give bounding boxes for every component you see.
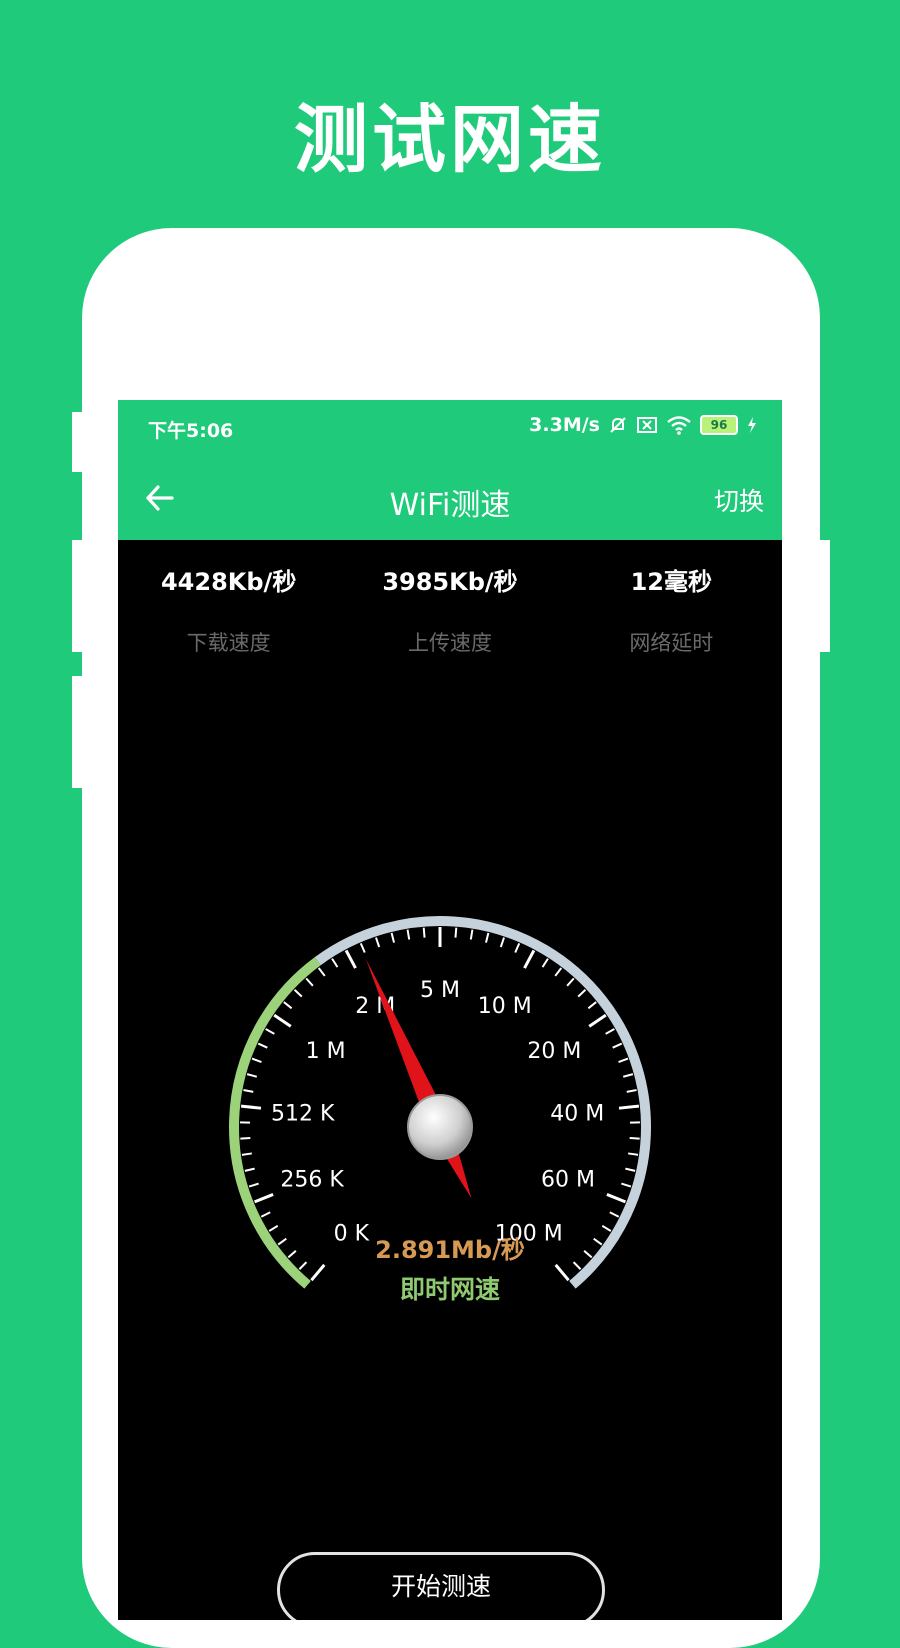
gauge-tick <box>606 1029 615 1034</box>
gauge-tick <box>240 1138 250 1139</box>
gauge-tick <box>424 928 425 938</box>
instant-speed-value: 2.891Mb/秒 <box>118 1230 782 1265</box>
gauge-tick <box>501 938 504 947</box>
gauge-tick <box>543 959 548 967</box>
instant-speed-label: 即时网速 <box>118 1270 782 1306</box>
gauge-tick <box>274 1015 291 1026</box>
gauge-label: 40 M <box>550 1102 604 1127</box>
gauge-tick <box>306 978 313 985</box>
gauge-label: 60 M <box>541 1168 595 1193</box>
gauge-label: 5 M <box>420 978 460 1003</box>
gauge-tick <box>610 1212 619 1216</box>
gauge-tick <box>249 1184 259 1187</box>
gauge-tick <box>392 933 394 943</box>
gauge-tick <box>630 1138 640 1139</box>
gauge-tick <box>346 950 355 968</box>
gauge-tick <box>515 943 519 952</box>
phone-side-button <box>72 540 84 652</box>
gauge-tick <box>247 1074 257 1077</box>
gauge-tick <box>255 1194 274 1201</box>
gauge-tick <box>261 1212 270 1216</box>
gauge-tick <box>567 978 574 985</box>
gauge-tick <box>621 1184 631 1187</box>
gauge-tick <box>555 968 561 976</box>
gauge-tick <box>319 968 325 976</box>
gauge-tick <box>525 950 534 968</box>
phone-side-button <box>72 412 84 472</box>
gauge-tick <box>471 930 473 940</box>
gauge-tick <box>408 930 410 940</box>
gauge-tick <box>361 943 365 952</box>
gauge-label: 20 M <box>527 1039 581 1064</box>
gauge-tick <box>266 1029 275 1034</box>
gauge-label: 512 K <box>271 1102 335 1127</box>
gauge-tick <box>627 1090 637 1092</box>
gauge-tick <box>628 1153 638 1154</box>
gauge-tick <box>243 1090 253 1092</box>
gauge-tick <box>623 1074 633 1077</box>
gauge-label: 256 K <box>280 1168 344 1193</box>
gauge-tick <box>376 938 379 947</box>
gauge-tick <box>455 928 456 938</box>
gauge-tick <box>284 1002 292 1008</box>
gauge-tick <box>619 1059 628 1062</box>
gauge-tick <box>241 1106 261 1108</box>
gauge-tick <box>625 1169 635 1171</box>
gauge-tick <box>332 959 337 967</box>
start-test-button[interactable]: 开始测速 <box>277 1552 605 1620</box>
gauge-tick <box>245 1169 255 1171</box>
gauge-tick <box>619 1106 639 1108</box>
gauge-tick <box>613 1044 622 1048</box>
gauge-tick <box>295 990 302 997</box>
gauge-tick <box>252 1059 261 1062</box>
phone-side-button <box>818 540 830 652</box>
gauge-tick <box>486 933 488 943</box>
gauge-hub <box>408 1095 472 1159</box>
gauge-tick <box>589 1015 606 1026</box>
gauge-tick <box>588 1002 596 1008</box>
gauge-label: 10 M <box>478 994 532 1019</box>
gauge-label: 1 M <box>306 1039 346 1064</box>
gauge-tick <box>578 990 585 997</box>
app-screen: 下午5:06 3.3M/s 96 <box>118 400 782 1620</box>
promo-title: 测试网速 <box>0 80 900 187</box>
gauge-tick <box>242 1153 252 1154</box>
gauge-tick <box>258 1044 267 1048</box>
gauge-tick <box>607 1194 626 1201</box>
speed-gauge: 0 K256 K512 K1 M2 M5 M10 M20 M40 M60 M10… <box>118 400 782 1320</box>
phone-side-button <box>72 676 84 788</box>
